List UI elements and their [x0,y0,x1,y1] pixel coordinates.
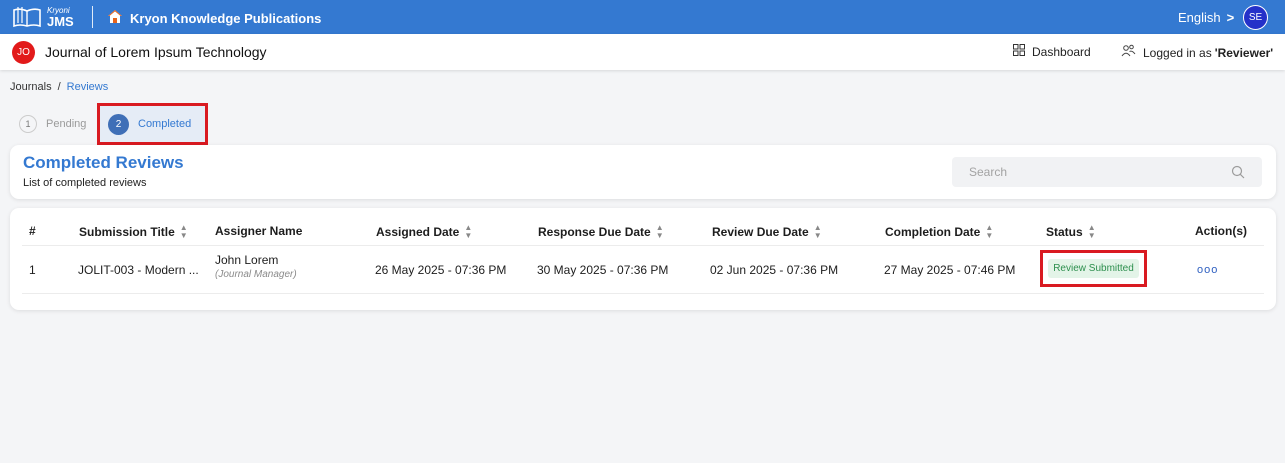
dashboard-label: Dashboard [1032,44,1091,59]
language-label: English [1178,10,1221,25]
status-badge: Review Submitted [1048,259,1139,278]
page-title: Completed Reviews [23,153,184,172]
reviews-table: # Submission Title ▲ ▼ Assigner Name Assig… [10,208,1276,310]
column-header-assigned-date[interactable]: Assigned Date ▲ ▼ [376,224,472,240]
sort-icon[interactable]: ▲ ▼ [656,224,664,240]
tab-completed[interactable]: 2 Completed [97,103,208,145]
reviews-header-card: Completed Reviews List of completed revi… [10,145,1276,199]
publisher-name: Kryon Knowledge Publications [130,10,322,26]
column-header-completion-date[interactable]: Completion Date ▲ ▼ [885,224,993,240]
column-header-response-due-date[interactable]: Response Due Date ▲ ▼ [538,224,664,240]
breadcrumb-journals[interactable]: Journals [10,81,52,93]
logo-big-text: JMS [47,13,74,29]
more-actions-icon[interactable]: ooo [1197,264,1218,276]
breadcrumb: Journals / Reviews [10,81,108,93]
sort-icon[interactable]: ▲ ▼ [814,224,822,240]
column-header-review-due-date[interactable]: Review Due Date ▲ ▼ [712,224,822,240]
dashboard-link[interactable]: Dashboard [1013,44,1091,59]
logged-in-role: 'Reviewer' [1214,45,1274,60]
status-highlight: Review Submitted [1040,250,1147,287]
cell-completion-date: 27 May 2025 - 07:46 PM [884,263,1016,277]
page-subtitle: List of completed reviews [23,177,147,189]
journal-badge: JO [12,41,35,64]
sort-icon[interactable]: ▲ ▼ [464,224,472,240]
cell-assigner-name: John Lorem [215,253,279,267]
breadcrumb-separator: / [57,81,61,93]
tab-completed-label: Completed [138,118,192,130]
top-navbar: Kryoni JMS Kryon Knowledge Publications … [0,0,1285,34]
tab-pending-number: 1 [19,115,37,133]
tab-pending[interactable]: 1 Pending [19,115,86,133]
logged-in-status: Logged in as 'Reviewer' [1121,44,1273,61]
journal-bar: JO Journal of Lorem Ipsum Technology Das… [0,34,1285,70]
cell-assigner-role: (Journal Manager) [215,269,297,280]
sort-icon[interactable]: ▲ ▼ [1088,224,1096,240]
home-icon [107,9,130,27]
open-book-icon [12,6,42,28]
chevron-right-icon: > [1226,10,1235,25]
cell-review-due-date: 02 Jun 2025 - 07:36 PM [710,263,839,277]
column-header-assigner-name: Assigner Name [215,224,303,238]
publisher-link[interactable]: Kryon Knowledge Publications [107,9,321,27]
user-avatar[interactable]: SE [1243,5,1268,30]
table-divider [22,293,1264,294]
cell-index: 1 [29,263,36,277]
app-logo[interactable]: Kryoni JMS [12,5,74,29]
tab-completed-number: 2 [108,113,129,135]
table-divider [22,245,1264,246]
logged-in-prefix: Logged in as [1143,45,1212,60]
tab-pending-label: Pending [46,118,87,130]
grid-icon [1013,44,1032,59]
cell-assigned-date: 26 May 2025 - 07:36 PM [375,263,507,277]
column-header-index: # [29,224,36,238]
top-divider [92,6,93,28]
cell-response-due-date: 30 May 2025 - 07:36 PM [537,263,669,277]
sort-icon[interactable]: ▲ ▼ [180,224,188,240]
language-selector[interactable]: English > [1178,10,1234,25]
search-icon[interactable] [1231,165,1245,184]
users-icon [1121,44,1143,61]
breadcrumb-reviews: Reviews [66,81,109,93]
column-header-submission-title[interactable]: Submission Title ▲ ▼ [79,224,188,240]
search-input[interactable] [952,157,1262,187]
sort-icon[interactable]: ▲ ▼ [985,224,993,240]
cell-submission-title[interactable]: JOLIT-003 - Modern ... [78,263,199,277]
column-header-status[interactable]: Status ▲ ▼ [1046,224,1096,240]
journal-title[interactable]: Journal of Lorem Ipsum Technology [45,44,267,60]
column-header-actions: Action(s) [1195,224,1247,238]
